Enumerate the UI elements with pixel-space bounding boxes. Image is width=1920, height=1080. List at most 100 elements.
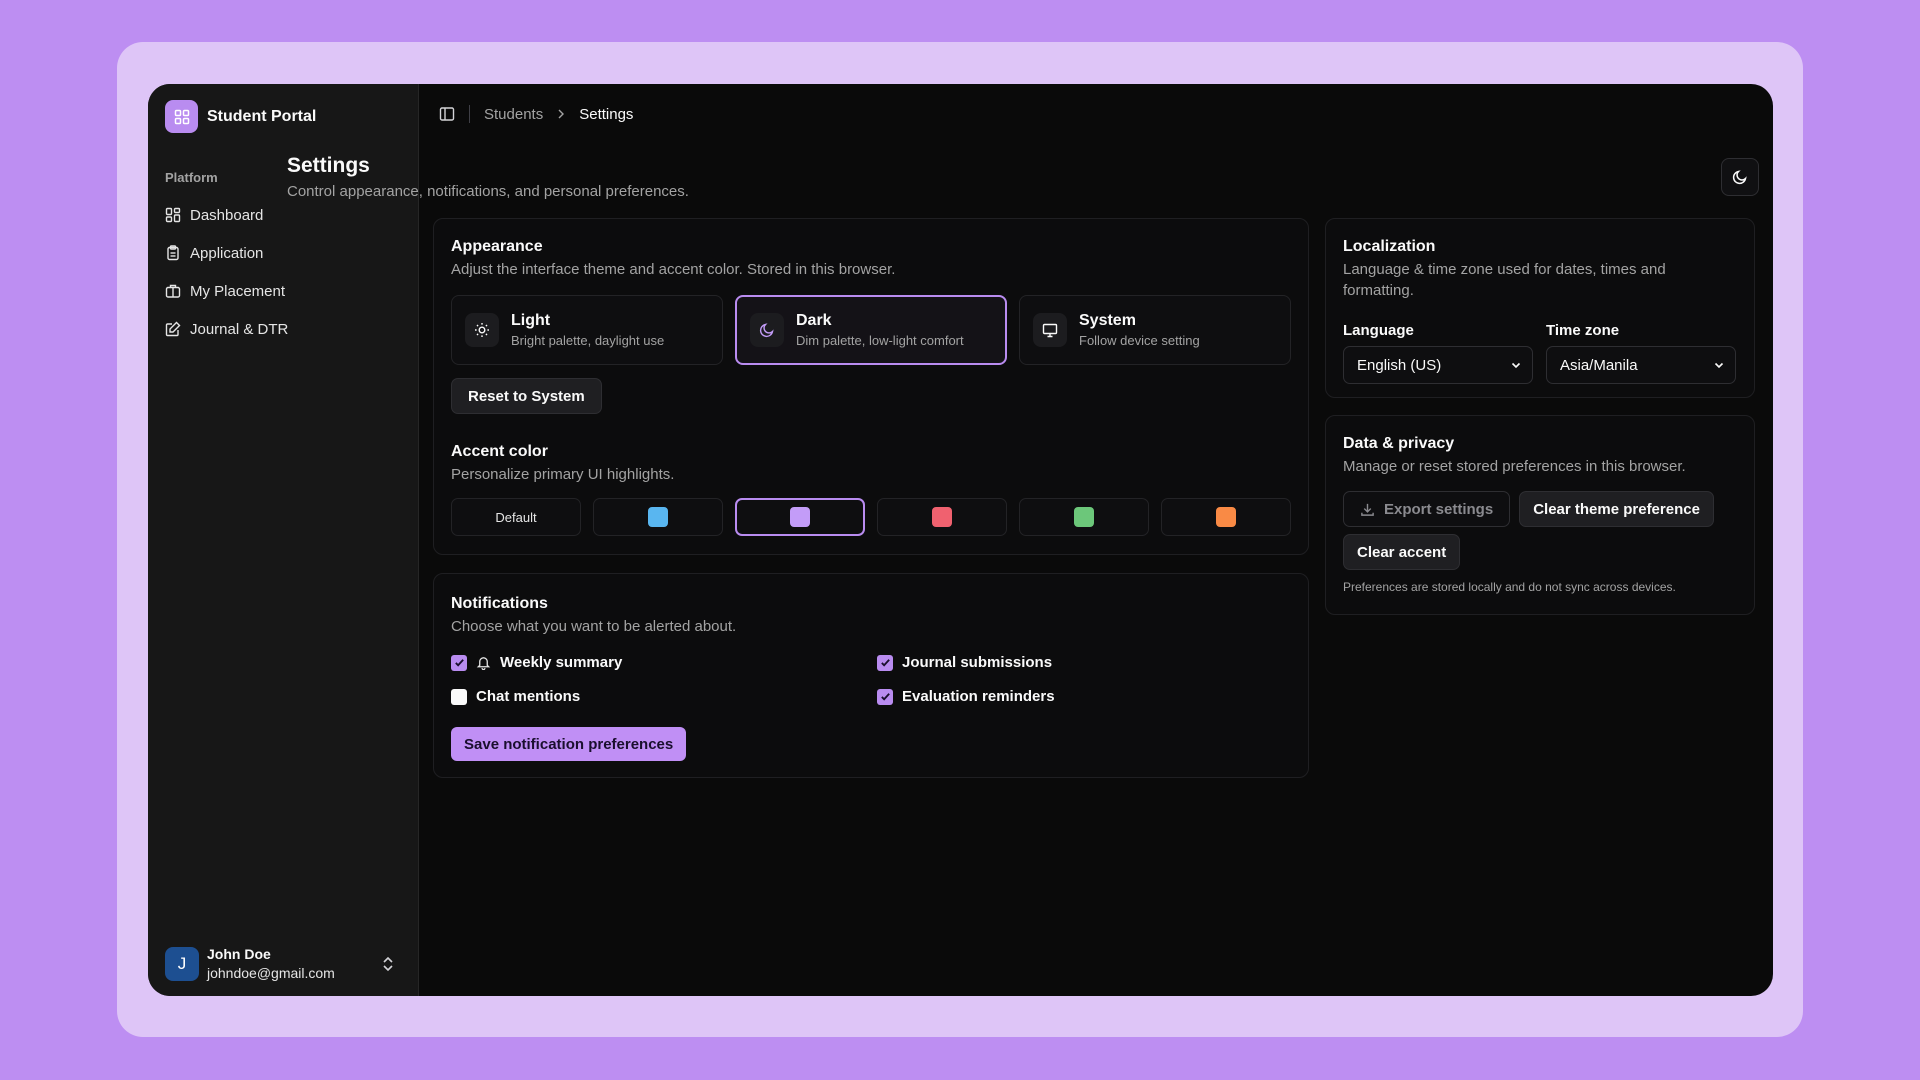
brand[interactable]: Student Portal (165, 100, 316, 133)
theme-option-name: Light (511, 312, 551, 329)
sidebar-nav: Dashboard Application My Placement Journ… (165, 196, 405, 348)
sidebar-item-label: My Placement (190, 282, 286, 300)
export-settings-button[interactable]: Export settings (1343, 491, 1511, 527)
language-value: English (US) (1357, 356, 1442, 374)
theme-toggle-button[interactable] (1721, 158, 1759, 196)
checkbox-unchecked[interactable] (451, 688, 467, 705)
notifications-card: Notifications Choose what you want to be… (433, 573, 1309, 778)
user-menu[interactable]: J John Doe johndoe@gmail.com (165, 946, 405, 982)
checkbox-checked[interactable] (451, 654, 467, 671)
sidebar: Student Portal Platform Dashboard Applic… (148, 84, 419, 996)
clear-accent-button[interactable]: Clear accent (1343, 534, 1461, 570)
chevron-down-icon (1714, 362, 1724, 369)
accent-red-button[interactable] (877, 498, 1007, 536)
theme-option-light[interactable]: Light Bright palette, daylight use (451, 295, 723, 365)
privacy-title: Data & privacy (1343, 435, 1455, 452)
breadcrumb-students[interactable]: Students (484, 106, 543, 123)
sidebar-item-label: Journal & DTR (190, 320, 289, 338)
theme-option-desc: Bright palette, daylight use (511, 333, 665, 348)
sidebar-item-application[interactable]: Application (165, 234, 405, 272)
notifications-subtitle: Choose what you want to be alerted about… (451, 618, 737, 635)
timezone-select[interactable]: Asia/Manila (1546, 346, 1736, 384)
reset-to-system-button[interactable]: Reset to System (451, 378, 602, 414)
sun-icon (465, 313, 499, 347)
nav-group-label: Platform (165, 170, 218, 185)
theme-option-desc: Follow device setting (1079, 333, 1200, 348)
main-content: Students Settings Appearance Adjust the … (419, 84, 1773, 996)
sidebar-item-label: Dashboard (190, 206, 264, 224)
language-select[interactable]: English (US) (1343, 346, 1533, 384)
journal-submissions-checkbox[interactable]: Journal submissions (877, 654, 1277, 671)
accent-swatch (1074, 507, 1094, 527)
moon-icon (750, 313, 784, 347)
sidebar-item-my-placement[interactable]: My Placement (165, 272, 405, 310)
accent-swatch (1216, 507, 1236, 527)
privacy-subtitle: Manage or reset stored preferences in th… (1343, 458, 1686, 475)
weekly-summary-checkbox[interactable]: Weekly summary (451, 654, 877, 671)
checkbox-label: Weekly summary (500, 654, 623, 671)
app-window: Student Portal Platform Dashboard Applic… (148, 84, 1773, 996)
accent-purple-button[interactable] (735, 498, 865, 536)
monitor-icon (1033, 313, 1067, 347)
chevrons-up-down-icon (383, 956, 393, 972)
accent-swatch (790, 507, 810, 527)
page-subtitle: Control appearance, notifications, and p… (287, 183, 689, 200)
edit-square-icon (165, 321, 181, 337)
page-title: Settings (287, 154, 370, 177)
theme-options: Light Bright palette, daylight use Dark … (451, 295, 1291, 365)
theme-option-name: System (1079, 312, 1136, 329)
localization-title: Localization (1343, 238, 1436, 255)
accent-title: Accent color (451, 443, 548, 460)
notifications-title: Notifications (451, 595, 548, 612)
theme-option-desc: Dim palette, low-light comfort (796, 333, 964, 348)
localization-card: Localization Language & time zone used f… (1325, 218, 1755, 398)
topbar: Students Settings (439, 102, 633, 126)
download-icon (1361, 503, 1374, 516)
evaluation-reminders-checkbox[interactable]: Evaluation reminders (877, 688, 1277, 705)
timezone-label: Time zone (1546, 322, 1620, 339)
accent-orange-button[interactable] (1161, 498, 1291, 536)
accent-green-button[interactable] (1019, 498, 1149, 536)
avatar: J (165, 947, 199, 981)
sidebar-item-dashboard[interactable]: Dashboard (165, 196, 405, 234)
accent-default-button[interactable]: Default (451, 498, 581, 536)
localization-subtitle: Language & time zone used for dates, tim… (1343, 261, 1666, 299)
notification-options: Weekly summary Journal submissions Chat … (451, 654, 1271, 705)
bell-icon (476, 657, 491, 670)
checkbox-label: Evaluation reminders (902, 688, 1055, 705)
checkbox-checked[interactable] (877, 654, 893, 671)
sidebar-item-journal-dtr[interactable]: Journal & DTR (165, 310, 405, 348)
theme-option-dark[interactable]: Dark Dim palette, low-light comfort (735, 295, 1007, 365)
accent-options: Default (451, 498, 1291, 536)
sidebar-item-label: Application (190, 244, 264, 262)
accent-swatch (648, 507, 668, 527)
save-notification-preferences-button[interactable]: Save notification preferences (451, 727, 687, 761)
clear-theme-preference-button[interactable]: Clear theme preference (1519, 491, 1714, 527)
breadcrumb: Students Settings (484, 106, 633, 123)
checkbox-label: Chat mentions (476, 688, 581, 705)
briefcase-icon (165, 284, 181, 298)
clipboard-icon (167, 245, 179, 261)
chat-mentions-checkbox[interactable]: Chat mentions (451, 688, 877, 705)
grid-logo-icon (165, 100, 198, 133)
appearance-title: Appearance (451, 238, 543, 255)
language-label: Language (1343, 322, 1414, 339)
dashboard-icon (165, 207, 181, 223)
sidebar-toggle-icon[interactable] (439, 106, 455, 122)
breadcrumb-settings: Settings (579, 105, 634, 123)
theme-option-name: Dark (796, 312, 832, 329)
accent-subtitle: Personalize primary UI highlights. (451, 466, 675, 483)
theme-option-system[interactable]: System Follow device setting (1019, 295, 1291, 365)
timezone-value: Asia/Manila (1560, 356, 1638, 374)
user-email: johndoe@gmail.com (207, 965, 335, 981)
topbar-divider (469, 105, 470, 123)
privacy-note: Preferences are stored locally and do no… (1343, 580, 1676, 594)
appearance-card: Appearance Adjust the interface theme an… (433, 218, 1309, 555)
moon-icon (1732, 170, 1747, 185)
checkbox-checked[interactable] (877, 688, 893, 705)
chevron-down-icon (1511, 362, 1521, 369)
checkbox-label: Journal submissions (902, 654, 1053, 671)
app-name: Student Portal (207, 107, 317, 125)
accent-blue-button[interactable] (593, 498, 723, 536)
export-settings-label: Export settings (1384, 500, 1494, 518)
